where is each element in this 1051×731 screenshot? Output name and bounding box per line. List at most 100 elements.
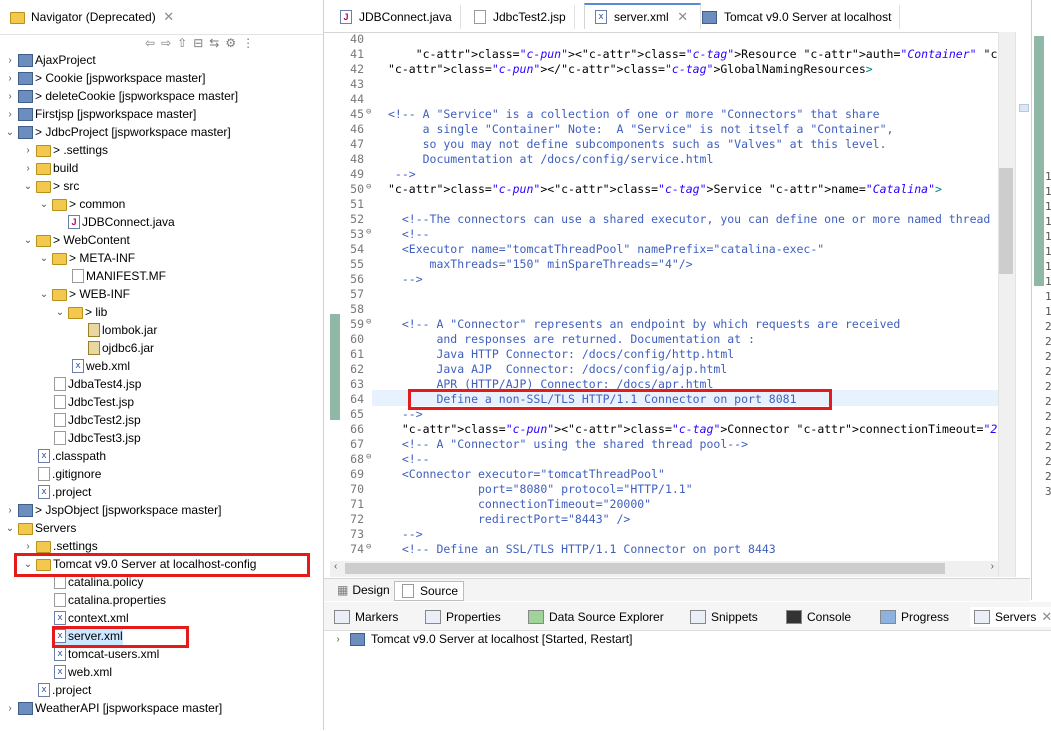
tree-item[interactable]: › > JspObject [jspworkspace master] [4, 501, 221, 519]
tab-servers[interactable]: Servers ✕ [970, 607, 1051, 627]
expand-icon[interactable]: › [4, 505, 16, 516]
tree-item[interactable]: ⌄ > src [22, 177, 79, 195]
tree-item[interactable]: › WeatherAPI [jspworkspace master] [4, 699, 222, 717]
tab-console[interactable]: Console [786, 607, 851, 627]
expand-icon[interactable]: › [332, 634, 344, 645]
fold-toggle-icon[interactable]: ⊖ [366, 452, 376, 462]
tree-item[interactable]: › Firstjsp [jspworkspace master] [4, 105, 196, 123]
collapse-icon[interactable]: ⌄ [4, 523, 16, 534]
tab-jdbconnect[interactable]: J JDBConnect.java [330, 5, 461, 29]
tab-markers[interactable]: Markers [334, 607, 398, 627]
line-number: 64 [350, 392, 364, 406]
vertical-scrollbar[interactable] [998, 32, 1015, 577]
tab-properties[interactable]: Properties [425, 607, 501, 627]
collapse-icon[interactable]: ⌄ [22, 181, 34, 192]
navigator-tab[interactable]: Navigator (Deprecated) ✕ [2, 6, 184, 28]
expand-icon[interactable]: › [22, 145, 34, 156]
back-icon[interactable]: ⇦ [145, 36, 155, 50]
collapse-icon[interactable]: ⌄ [38, 289, 50, 300]
tree-item[interactable]: › AjaxProject [4, 51, 95, 69]
tree-item[interactable]: x web.xml [70, 357, 130, 375]
line-number: 56 [350, 272, 364, 286]
link-with-editor-icon[interactable]: ⇆ [209, 36, 219, 50]
tab-data-source-explorer[interactable]: Data Source Explorer [528, 607, 664, 627]
tree-item[interactable]: JdbcTest.jsp [52, 393, 134, 411]
horizontal-scroll-thumb[interactable] [345, 563, 945, 574]
tab-jdbctest2[interactable]: JdbcTest2.jsp [464, 5, 575, 29]
tree-item[interactable]: .gitignore [36, 465, 101, 483]
tree-item[interactable]: MANIFEST.MF [70, 267, 166, 285]
tree-item[interactable]: ojdbc6.jar [86, 339, 154, 357]
collapse-icon[interactable]: ⌄ [22, 235, 34, 246]
scroll-left-icon[interactable]: ‹ [334, 561, 337, 572]
server-entry[interactable]: › Tomcat v9.0 Server at localhost [Start… [332, 630, 632, 648]
tree-item[interactable]: › build [22, 159, 78, 177]
tree-item[interactable]: JdbcTest3.jsp [52, 429, 141, 447]
expand-icon[interactable]: › [4, 91, 16, 102]
vertical-scroll-thumb[interactable] [999, 168, 1013, 274]
tab-progress[interactable]: Progress [880, 607, 949, 627]
collapse-icon[interactable]: ⌄ [54, 307, 66, 318]
line-number: 41 [350, 47, 364, 61]
tree-item[interactable]: › > Cookie [jspworkspace master] [4, 69, 205, 87]
close-icon[interactable]: ✕ [674, 9, 692, 25]
tree-item[interactable]: ⌄ > WEB-INF [38, 285, 130, 303]
expand-icon[interactable]: › [22, 541, 34, 552]
up-icon[interactable]: ⇧ [177, 36, 187, 50]
jar-icon [88, 323, 100, 337]
filter-icon[interactable]: ⚙ [225, 36, 236, 50]
project-icon [18, 71, 33, 85]
tab-server-xml[interactable]: x server.xml ✕ [584, 3, 701, 29]
close-icon[interactable]: ✕ [160, 9, 178, 25]
right-panel-line-number: 1 [1045, 305, 1051, 318]
overview-marker[interactable] [1019, 104, 1029, 112]
tree-item[interactable]: › > .settings [22, 141, 108, 159]
tree-item[interactable]: x .project [36, 681, 91, 699]
tree-item[interactable]: x context.xml [52, 609, 129, 627]
tree-item[interactable]: › > deleteCookie [jspworkspace master] [4, 87, 238, 105]
fold-toggle-icon[interactable]: ⊖ [366, 227, 376, 237]
tree-item[interactable]: x .project [36, 483, 91, 501]
folder-icon [36, 145, 51, 157]
tree-item[interactable]: ⌄ > lib [54, 303, 107, 321]
expand-icon[interactable]: › [4, 73, 16, 84]
expand-icon[interactable]: › [4, 109, 16, 120]
tree-item[interactable]: ⌄ > META-INF [38, 249, 135, 267]
tree-item[interactable]: ⌄ Servers [4, 519, 76, 537]
forward-icon[interactable]: ⇨ [161, 36, 171, 50]
fold-toggle-icon[interactable]: ⊖ [366, 542, 376, 552]
tree-item[interactable]: ⌄ > WebContent [22, 231, 130, 249]
tree-item[interactable]: J JDBConnect.java [66, 213, 175, 231]
close-icon[interactable]: ✕ [1041, 609, 1051, 625]
line-number: 46 [350, 122, 364, 136]
line-number: 63 [350, 377, 364, 391]
code-editor[interactable]: 40 41 "c-attr">class="c-pun"><"c-attr">cl… [330, 32, 998, 562]
collapse-icon[interactable]: ⌄ [4, 127, 16, 138]
collapse-icon[interactable]: ⌄ [38, 199, 50, 210]
fold-toggle-icon[interactable]: ⊖ [366, 317, 376, 327]
tab-design[interactable]: ▦ Design [332, 581, 395, 599]
tree-item[interactable]: JdbcTest2.jsp [52, 411, 141, 429]
expand-icon[interactable]: › [4, 55, 16, 66]
code-line: so you may not define subcomponents such… [388, 137, 887, 151]
tree-item[interactable]: x .classpath [36, 447, 106, 465]
tree-item[interactable]: ⌄ > common [38, 195, 125, 213]
line-number: 51 [350, 197, 364, 211]
line-number: 59 [350, 317, 364, 331]
tab-source[interactable]: Source [394, 581, 465, 601]
fold-toggle-icon[interactable]: ⊖ [366, 107, 376, 117]
expand-icon[interactable]: › [4, 703, 16, 714]
tab-tomcat-server[interactable]: Tomcat v9.0 Server at localhost [692, 5, 901, 29]
collapse-icon[interactable]: ⌄ [38, 253, 50, 264]
tree-item[interactable]: JdbaTest4.jsp [52, 375, 141, 393]
tab-snippets[interactable]: Snippets [690, 607, 758, 627]
tree-item[interactable]: catalina.properties [52, 591, 166, 609]
view-menu-icon[interactable]: ⋮ [242, 36, 254, 50]
tree-item[interactable]: lombok.jar [86, 321, 157, 339]
expand-icon[interactable]: › [22, 163, 34, 174]
tree-item[interactable]: x web.xml [52, 663, 112, 681]
collapse-all-icon[interactable]: ⊟ [193, 36, 203, 50]
tree-item[interactable]: ⌄ > JdbcProject [jspworkspace master] [4, 123, 231, 141]
fold-toggle-icon[interactable]: ⊖ [366, 182, 376, 192]
scroll-right-icon[interactable]: › [991, 561, 994, 572]
